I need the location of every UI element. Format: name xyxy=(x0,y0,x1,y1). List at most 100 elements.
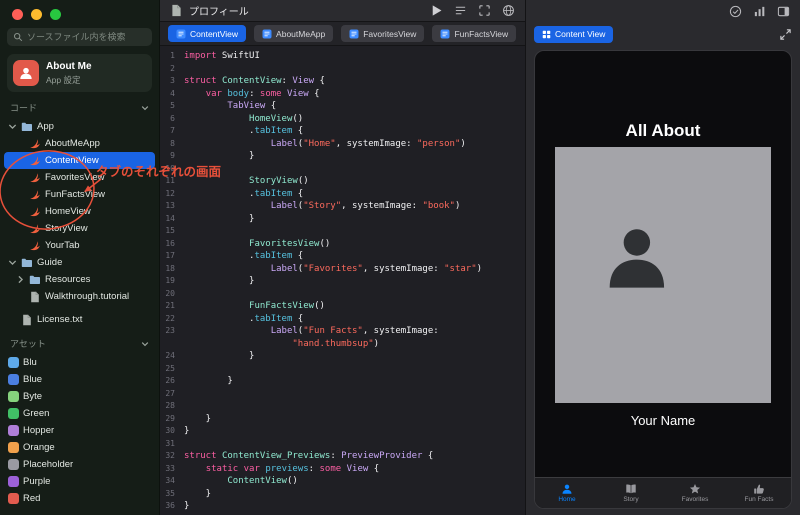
preview-tabbar-home[interactable]: Home xyxy=(535,478,599,508)
sidebar-item-yourtab[interactable]: YourTab xyxy=(4,237,155,254)
file-label: App xyxy=(37,121,54,132)
preview-tab-bar: Home Story Favorites Fun Facts xyxy=(535,477,791,508)
sidebar-item-resources[interactable]: Resources xyxy=(4,271,155,288)
search-field[interactable] xyxy=(7,28,152,46)
asset-label: Purple xyxy=(23,476,51,487)
code-editor[interactable]: 1 import SwiftUI 2 3 struct ContentView: Vie… xyxy=(160,46,525,515)
close-button[interactable] xyxy=(12,9,23,20)
code-line: 31 xyxy=(160,438,525,451)
document-icon xyxy=(170,4,183,17)
line-number: 8 xyxy=(170,138,175,148)
editor-tab-aboutmeapp[interactable]: AboutMeApp xyxy=(254,25,334,42)
asset-item-blu[interactable]: Blu xyxy=(4,354,155,371)
code-text: Label("Favorites", systemImage: "star") xyxy=(270,263,483,274)
expand-icon[interactable] xyxy=(779,28,792,41)
globe-icon[interactable] xyxy=(502,4,515,17)
asset-item-red[interactable]: Red xyxy=(4,490,155,507)
preview-tab-contentview[interactable]: Content View xyxy=(534,25,614,43)
code-line: 5 TabView { xyxy=(160,100,525,113)
code-text: import SwiftUI xyxy=(184,51,260,61)
swift-file-icon xyxy=(29,172,41,184)
file-label: Guide xyxy=(37,257,63,268)
inspector-toggle-icon[interactable] xyxy=(777,5,790,18)
sidebar-item-homeview[interactable]: HomeView xyxy=(4,203,155,220)
chevron-down-icon[interactable] xyxy=(141,340,149,348)
asset-item-blue[interactable]: Blue xyxy=(4,371,155,388)
line-number: 31 xyxy=(165,438,175,448)
sidebar-item-storyview[interactable]: StoryView xyxy=(4,220,155,237)
chart-icon[interactable] xyxy=(753,5,766,18)
asset-thumbnail-icon xyxy=(8,459,19,470)
code-text: } xyxy=(184,501,190,511)
app-card[interactable]: About Me App 設定 xyxy=(7,54,152,92)
sidebar-item-license-txt[interactable]: License.txt xyxy=(4,311,155,328)
code-text: .tabItem { xyxy=(184,251,304,261)
code-line: 34 ContentView() xyxy=(160,475,525,488)
line-number: 11 xyxy=(165,176,175,185)
sidebar-item-contentview[interactable]: ContentView xyxy=(4,152,155,169)
chevron-down-icon[interactable] xyxy=(141,104,149,112)
zoom-button[interactable] xyxy=(50,9,61,20)
editor-tab-bar: ContentView AboutMeApp FavoritesView FunFac… xyxy=(160,22,525,46)
asset-item-green[interactable]: Green xyxy=(4,405,155,422)
app-card-title: About Me xyxy=(46,60,92,72)
code-text: .tabItem { xyxy=(184,313,304,324)
swift-doc-icon xyxy=(176,29,186,39)
editor-tab-favoritesview[interactable]: FavoritesView xyxy=(341,25,425,42)
preview-tabbar-story[interactable]: Story xyxy=(599,478,663,508)
assets-section-header[interactable]: アセット xyxy=(0,328,159,354)
doc-icon xyxy=(21,314,33,326)
code-line: "hand.thumbsup") xyxy=(160,338,525,351)
code-line: 13 Label("Story", systemImage: "book") xyxy=(160,200,525,213)
line-number: 7 xyxy=(170,126,175,135)
line-number: 3 xyxy=(170,76,175,85)
star-icon xyxy=(689,483,701,495)
preview-app-title: All About xyxy=(625,121,701,140)
asset-label: Red xyxy=(23,493,41,504)
sidebar-item-aboutmeapp[interactable]: AboutMeApp xyxy=(4,135,155,152)
line-number: 28 xyxy=(165,401,175,410)
preview-tab-strip: Content View xyxy=(526,22,800,46)
play-icon[interactable] xyxy=(430,4,443,17)
check-circle-icon[interactable] xyxy=(729,5,742,18)
asset-label: Byte xyxy=(23,391,43,402)
viewfinder-icon[interactable] xyxy=(478,4,491,17)
folder-icon xyxy=(21,121,33,133)
search-icon xyxy=(13,32,23,42)
editor-tab-contentview[interactable]: ContentView xyxy=(168,25,247,42)
code-section-header[interactable]: コード xyxy=(0,92,159,118)
minimize-button[interactable] xyxy=(31,9,42,20)
sidebar-item-walkthrough-tutorial[interactable]: Walkthrough.tutorial xyxy=(4,288,155,305)
sidebar-item-funfactsview[interactable]: FunFactsView xyxy=(4,186,155,203)
sidebar-item-guide[interactable]: Guide xyxy=(4,254,155,271)
swift-file-icon xyxy=(29,223,41,235)
sidebar-item-favoritesview[interactable]: FavoritesView xyxy=(4,169,155,186)
code-line: 9 } xyxy=(160,150,525,163)
sidebar-item-app[interactable]: App xyxy=(4,118,155,135)
asset-thumbnail-icon xyxy=(8,408,19,419)
line-number: 5 xyxy=(170,101,175,110)
thumbsup-icon xyxy=(753,483,765,495)
search-input[interactable] xyxy=(27,32,146,42)
line-number: 33 xyxy=(165,463,175,473)
chevron-right-icon[interactable] xyxy=(16,275,25,284)
chevron-down-icon[interactable] xyxy=(8,122,17,131)
asset-item-hopper[interactable]: Hopper xyxy=(4,422,155,439)
preview-tabbar-favorites[interactable]: Favorites xyxy=(663,478,727,508)
asset-item-placeholder[interactable]: Placeholder xyxy=(4,456,155,473)
chevron-down-icon[interactable] xyxy=(8,258,17,267)
line-number: 22 xyxy=(165,313,175,323)
traffic-lights xyxy=(0,0,159,20)
code-line: 15 xyxy=(160,225,525,238)
code-line: 16 FavoritesView() xyxy=(160,238,525,251)
code-text: } xyxy=(184,488,212,499)
preview-tabbar-fun-facts[interactable]: Fun Facts xyxy=(727,478,791,508)
asset-item-byte[interactable]: Byte xyxy=(4,388,155,405)
line-number: 17 xyxy=(165,251,175,260)
editor-tab-funfactsview[interactable]: FunFactsView xyxy=(432,25,517,42)
line-number: 10 xyxy=(165,163,175,173)
code-text: } xyxy=(184,351,255,361)
asset-item-orange[interactable]: Orange xyxy=(4,439,155,456)
console-icon[interactable] xyxy=(454,4,467,17)
asset-item-purple[interactable]: Purple xyxy=(4,473,155,490)
